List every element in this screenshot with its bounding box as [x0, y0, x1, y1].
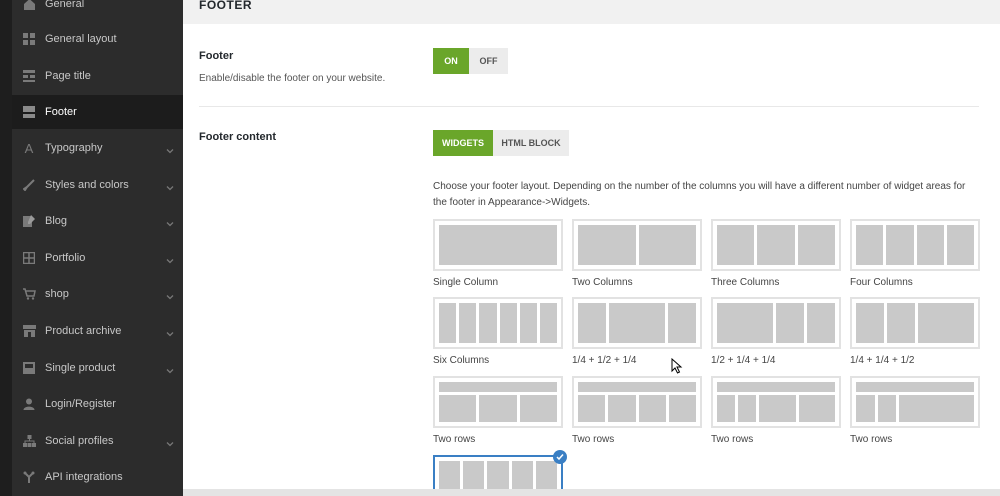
- layout-tile-two-rows-2[interactable]: [572, 376, 702, 428]
- widgets-button[interactable]: WIDGETS: [433, 130, 493, 156]
- layout-tile-two-rows-3[interactable]: [711, 376, 841, 428]
- layout-tile-label: 1/2 + 1/4 + 1/4: [711, 355, 776, 366]
- layout-tile-six-columns[interactable]: [433, 297, 563, 349]
- footer-icon: [22, 105, 36, 119]
- layout-description: Choose your footer layout. Depending on …: [433, 181, 966, 208]
- chevron-down-icon: [165, 326, 175, 337]
- settings-panel: Footer Enable/disable the footer on your…: [183, 24, 1000, 495]
- layout-tile-label: Two rows: [572, 434, 615, 445]
- sidebar-item-label: Portfolio: [45, 252, 86, 264]
- layout-tile-two-rows-1[interactable]: [433, 376, 563, 428]
- sidebar-item-label: Typography: [45, 142, 103, 154]
- footer-on-button[interactable]: ON: [433, 48, 469, 74]
- layout-tile-half-quarter-quarter[interactable]: [711, 297, 841, 349]
- chevron-down-icon: [165, 143, 175, 154]
- typography-icon: A: [24, 140, 34, 156]
- layout-tile-label: Single Column: [433, 277, 499, 288]
- layout-tile-quarter-half-quarter[interactable]: [572, 297, 702, 349]
- sidebar-item-single-product[interactable]: Single product: [12, 351, 183, 385]
- sidebar-item-label: Page title: [45, 70, 91, 82]
- portfolio-icon: [22, 251, 36, 265]
- layout-tile-three-columns[interactable]: [711, 219, 841, 271]
- layout-tile-label: Two Columns: [572, 277, 633, 288]
- sidebar-item-api-integrations[interactable]: API integrations: [12, 460, 183, 494]
- product-icon: [22, 361, 36, 375]
- sitemap-icon: [22, 434, 36, 448]
- sidebar-item-footer[interactable]: Footer: [12, 95, 183, 129]
- sidebar-item-styles-and-colors[interactable]: Styles and colors: [12, 168, 183, 202]
- layout-tile-label: Four Columns: [850, 277, 913, 288]
- mouse-cursor-icon: [671, 358, 683, 374]
- chevron-down-icon: [165, 253, 175, 264]
- layout-grid-icon: [22, 32, 36, 46]
- layout-tile-label: Two rows: [711, 434, 754, 445]
- layout-tile-label: Six Columns: [433, 355, 490, 366]
- footer-content-label: Footer content: [199, 131, 276, 143]
- footer-content-switch: WIDGETS HTML BLOCK: [433, 130, 569, 156]
- cart-icon: [22, 287, 36, 301]
- layout-tile-label: 1/4 + 1/2 + 1/4: [572, 355, 637, 366]
- layout-tile-quarter-quarter-half[interactable]: [850, 297, 980, 349]
- sidebar-item-login-register[interactable]: Login/Register: [12, 387, 183, 421]
- sidebar-item-portfolio[interactable]: Portfolio: [12, 241, 183, 275]
- layout-tile-label: Two rows: [850, 434, 893, 445]
- layout-tile-label: Two rows: [433, 434, 476, 445]
- sidebar-item-label: Product archive: [45, 325, 122, 337]
- chevron-down-icon: [165, 436, 175, 447]
- sidebar-item-social-profiles[interactable]: Social profiles: [12, 424, 183, 458]
- chevron-down-icon: [165, 180, 175, 191]
- brush-icon: [22, 178, 36, 192]
- sidebar-item-general[interactable]: General: [12, 0, 183, 21]
- checkmark-icon: [553, 450, 567, 464]
- page-title: FOOTER: [199, 0, 252, 12]
- sidebar-item-label: Single product: [45, 362, 116, 374]
- sidebar-item-label: Blog: [45, 215, 68, 227]
- layout-tile-label: 1/4 + 1/4 + 1/2: [850, 355, 915, 366]
- section-header: FOOTER: [183, 0, 1000, 24]
- sidebar-item-label: Styles and colors: [45, 179, 129, 191]
- layout-tile-label: Three Columns: [711, 277, 780, 288]
- sidebar-item-blog[interactable]: Blog: [12, 204, 183, 238]
- chevron-down-icon: [165, 216, 175, 227]
- bottom-bar: [183, 489, 1000, 496]
- settings-sidebar: General General layout Page title Footer…: [12, 0, 183, 496]
- sidebar-item-typography[interactable]: A Typography: [12, 131, 183, 165]
- layout-tile-two-rows-4[interactable]: [850, 376, 980, 428]
- layout-tile-four-columns[interactable]: [850, 219, 980, 271]
- sidebar-item-label: Login/Register: [45, 398, 116, 410]
- layout-tile-selected[interactable]: [433, 455, 563, 495]
- footer-option-description: Enable/disable the footer on your websit…: [199, 73, 386, 84]
- blog-icon: [22, 214, 36, 228]
- chevron-down-icon: [165, 289, 175, 300]
- api-icon: [22, 470, 36, 484]
- chevron-down-icon: [165, 363, 175, 374]
- sidebar-item-general-layout[interactable]: General layout: [12, 22, 183, 56]
- page-title-icon: [22, 69, 36, 83]
- home-icon: [22, 0, 36, 11]
- sidebar-item-product-archive[interactable]: Product archive: [12, 314, 183, 348]
- layout-tile-single-column[interactable]: [433, 219, 563, 271]
- divider: [199, 106, 979, 107]
- sidebar-item-label: API integrations: [45, 471, 123, 483]
- footer-off-button[interactable]: OFF: [469, 48, 508, 74]
- sidebar-item-label: shop: [45, 288, 69, 300]
- sidebar-item-label: Footer: [45, 106, 77, 118]
- sidebar-item-label: General layout: [45, 33, 117, 45]
- sidebar-item-label: General: [45, 0, 85, 10]
- left-edge-strip: [0, 0, 12, 496]
- sidebar-item-page-title[interactable]: Page title: [12, 59, 183, 93]
- layout-tile-two-columns[interactable]: [572, 219, 702, 271]
- sidebar-item-shop[interactable]: shop: [12, 277, 183, 311]
- store-icon: [22, 324, 36, 338]
- html-block-button[interactable]: HTML BLOCK: [493, 130, 569, 156]
- sidebar-item-label: Social profiles: [45, 435, 114, 447]
- user-icon: [22, 397, 36, 411]
- footer-option-label: Footer: [199, 50, 234, 62]
- footer-toggle: ON OFF: [433, 48, 508, 74]
